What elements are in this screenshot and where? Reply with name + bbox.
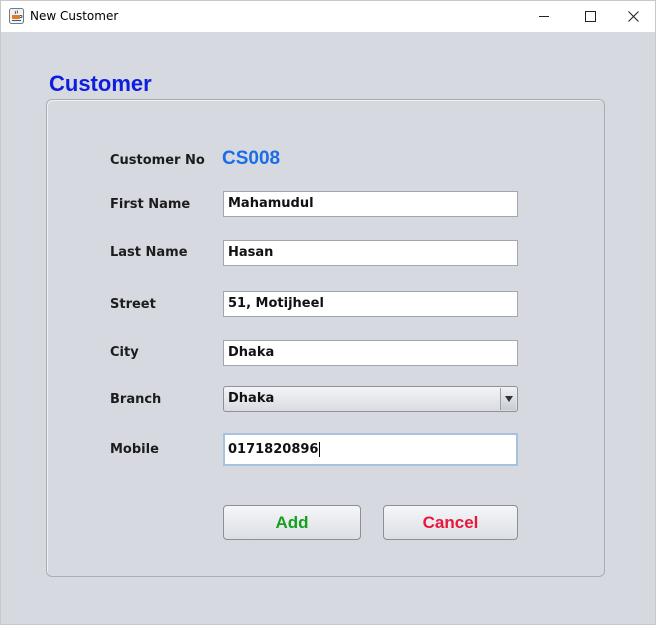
chevron-down-icon xyxy=(504,396,513,402)
last-name-label: Last Name xyxy=(110,245,188,260)
city-value: Dhaka xyxy=(228,345,275,360)
minimize-button[interactable] xyxy=(521,1,567,32)
city-field[interactable]: Dhaka xyxy=(223,340,518,366)
new-customer-window: New Customer Customer Customer No CS008 … xyxy=(0,0,656,625)
text-caret xyxy=(319,442,321,457)
minimize-icon xyxy=(538,16,549,17)
cancel-button[interactable]: Cancel xyxy=(383,505,518,540)
add-button[interactable]: Add xyxy=(223,505,361,540)
branch-label: Branch xyxy=(110,392,162,407)
window-title: New Customer xyxy=(30,9,119,23)
first-name-label: First Name xyxy=(110,197,191,212)
first-name-field[interactable]: Mahamudul xyxy=(223,191,518,217)
window-content: Customer Customer No CS008 First Name Ma… xyxy=(1,32,655,624)
branch-select[interactable]: Dhaka xyxy=(223,386,518,412)
street-field[interactable]: 51, Motijheel xyxy=(223,291,518,317)
city-label: City xyxy=(110,345,139,360)
title-bar[interactable]: New Customer xyxy=(1,1,655,32)
maximize-button[interactable] xyxy=(567,1,613,32)
dropdown-arrow-button[interactable] xyxy=(500,388,516,410)
close-icon xyxy=(627,11,639,22)
mobile-value: 0171820896 xyxy=(228,442,319,457)
mobile-label: Mobile xyxy=(110,442,159,457)
branch-selected-value: Dhaka xyxy=(228,391,275,406)
maximize-icon xyxy=(584,11,596,22)
street-label: Street xyxy=(110,297,156,312)
last-name-value: Hasan xyxy=(228,245,274,260)
form-heading: Customer xyxy=(49,71,152,96)
first-name-value: Mahamudul xyxy=(228,196,314,211)
close-button[interactable] xyxy=(610,1,656,32)
java-coffee-icon xyxy=(9,8,24,24)
customer-no-label: Customer No xyxy=(110,153,205,168)
customer-no-value: CS008 xyxy=(222,148,281,169)
mobile-field[interactable]: 0171820896 xyxy=(223,433,518,466)
street-value: 51, Motijheel xyxy=(228,296,324,311)
last-name-field[interactable]: Hasan xyxy=(223,240,518,266)
